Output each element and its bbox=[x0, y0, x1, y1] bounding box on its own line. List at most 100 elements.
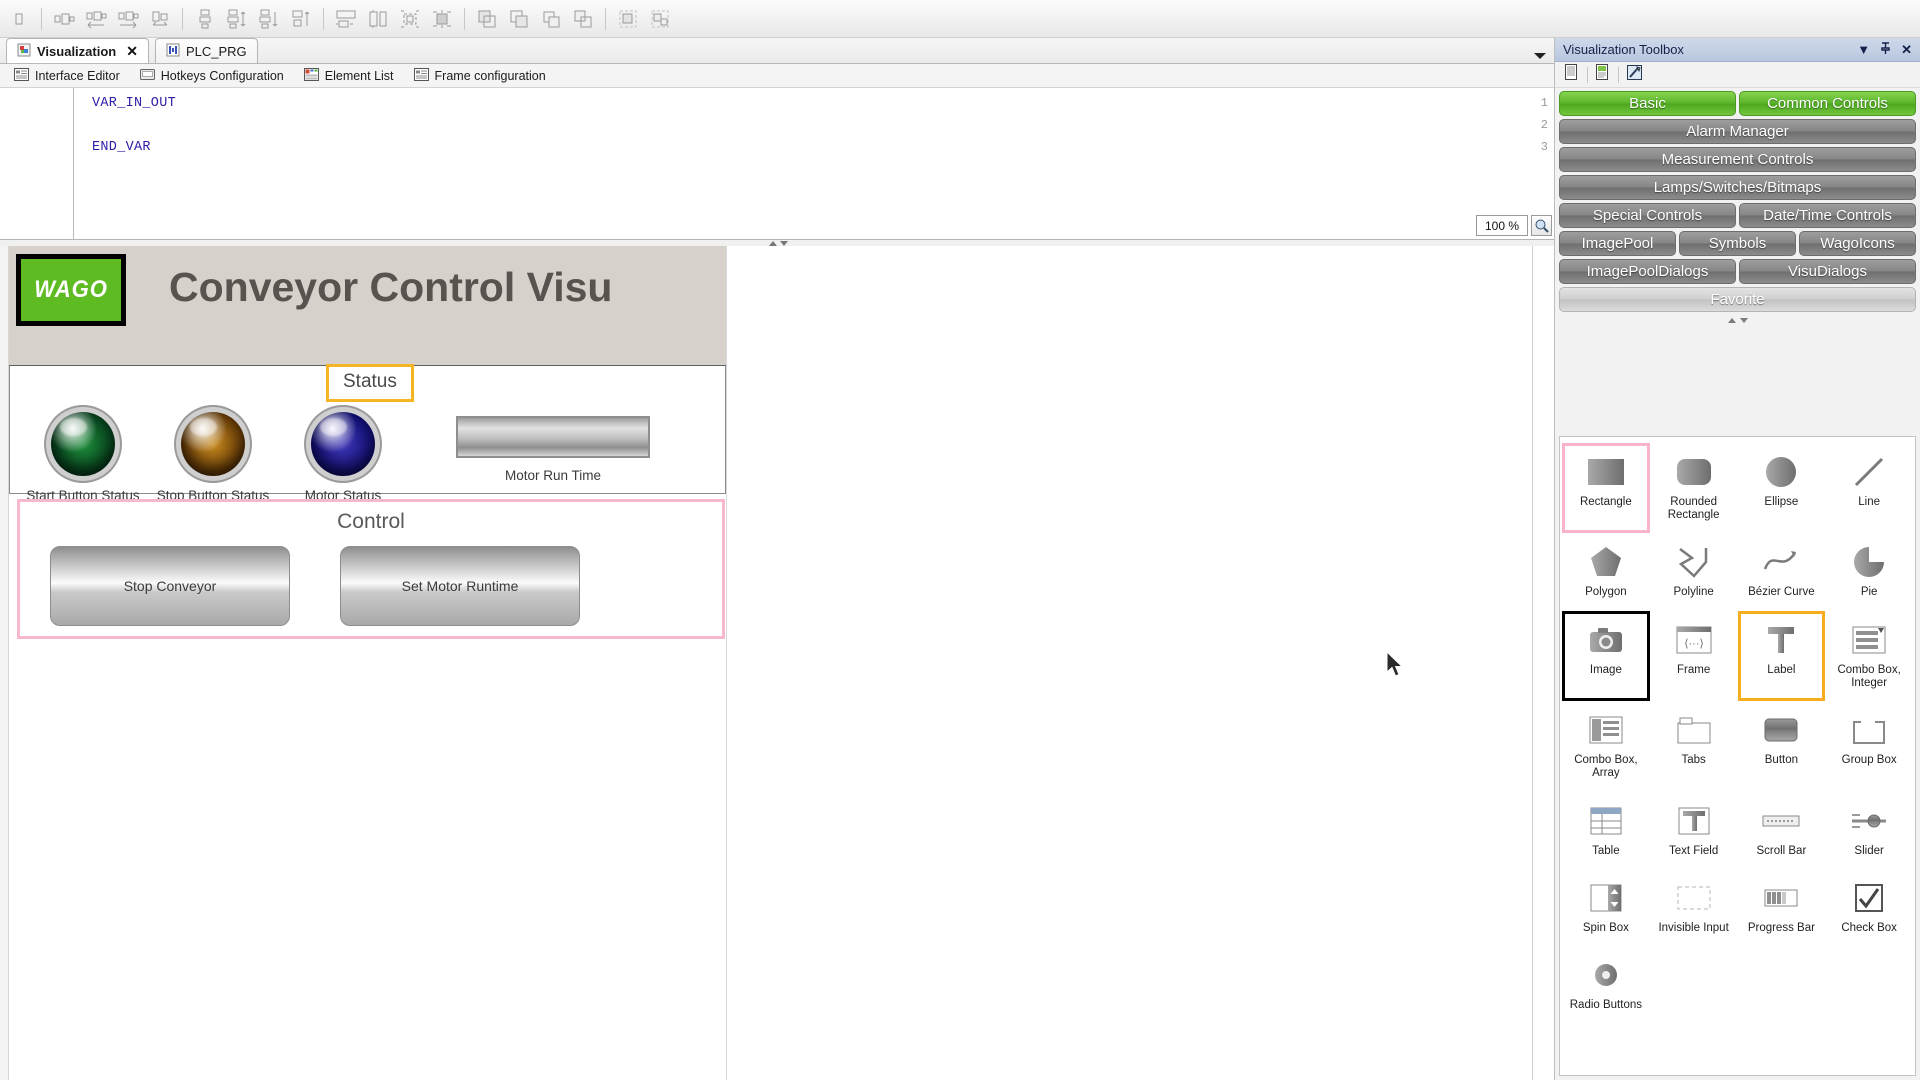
make-same-width-icon[interactable] bbox=[331, 4, 361, 34]
category-measurement-controls[interactable]: Measurement Controls bbox=[1559, 147, 1916, 172]
category-basic[interactable]: Basic bbox=[1559, 91, 1736, 116]
start-button-status-lamp[interactable]: Start Button Status bbox=[18, 412, 148, 503]
palette-item-progress-bar[interactable]: Progress Bar bbox=[1738, 869, 1826, 946]
palette-item-check-box[interactable]: Check Box bbox=[1825, 869, 1913, 946]
category-lamps-switches-bitmaps[interactable]: Lamps/Switches/Bitmaps bbox=[1559, 175, 1916, 200]
collapse-down-icon[interactable] bbox=[779, 240, 788, 246]
palette-item-combo-box-array[interactable]: Combo Box, Array bbox=[1562, 701, 1650, 791]
stop-button-status-lamp[interactable]: Stop Button Status bbox=[148, 412, 278, 503]
palette-item-combo-box-integer[interactable]: Combo Box, Integer bbox=[1825, 611, 1913, 701]
category-wagoicons[interactable]: WagoIcons bbox=[1799, 231, 1916, 256]
stop-conveyor-button[interactable]: Stop Conveyor bbox=[50, 546, 290, 626]
palette-item-invisible-input[interactable]: Invisible Input bbox=[1650, 869, 1738, 946]
palette-item-text-field[interactable]: Text Field bbox=[1650, 792, 1738, 869]
category-symbols[interactable]: Symbols bbox=[1679, 231, 1796, 256]
palette-item-ellipse[interactable]: Ellipse bbox=[1738, 443, 1826, 533]
fit-to-grid-icon[interactable] bbox=[427, 4, 457, 34]
category-imagepool[interactable]: ImagePool bbox=[1559, 231, 1676, 256]
scroll-down-icon[interactable] bbox=[1739, 317, 1748, 323]
palette-item-rectangle[interactable]: Rectangle bbox=[1562, 443, 1650, 534]
category-favorite[interactable]: Favorite bbox=[1559, 287, 1916, 312]
lamp-glyph bbox=[51, 412, 115, 476]
pin-icon[interactable] bbox=[1880, 41, 1891, 58]
motor-run-time-bar[interactable] bbox=[456, 416, 650, 458]
palette-item-image[interactable]: Image bbox=[1562, 610, 1650, 702]
palette-item-polyline[interactable]: Polyline bbox=[1650, 533, 1738, 610]
palette-item-table[interactable]: Table bbox=[1562, 792, 1650, 869]
send-backward-icon[interactable] bbox=[568, 4, 598, 34]
category-date-time-controls[interactable]: Date/Time Controls bbox=[1739, 203, 1916, 228]
palette-item-frame[interactable]: ⟨···⟩ Frame bbox=[1650, 611, 1738, 701]
palette-item-label: Pie bbox=[1860, 586, 1878, 599]
bring-to-front-icon[interactable] bbox=[472, 4, 502, 34]
collapse-up-icon[interactable] bbox=[768, 240, 777, 246]
subtab-frame-configuration[interactable]: Frame configuration bbox=[413, 67, 546, 84]
palette-item-group-box[interactable]: Group Box bbox=[1825, 701, 1913, 791]
close-icon[interactable]: ✕ bbox=[126, 43, 138, 60]
tab-visualization[interactable]: Visualization ✕ bbox=[6, 38, 149, 63]
palette-item-bezier-curve[interactable]: Bézier Curve bbox=[1738, 533, 1826, 610]
subtab-element-list[interactable]: Element List bbox=[303, 67, 394, 84]
panel-menu-caret-icon[interactable]: ▼ bbox=[1857, 42, 1870, 57]
palette-item-spin-box[interactable]: Spin Box bbox=[1562, 869, 1650, 946]
code-line: END_VAR bbox=[92, 140, 151, 155]
zoom-icon[interactable] bbox=[1531, 215, 1552, 236]
palette-item-pie[interactable]: Pie bbox=[1825, 533, 1913, 610]
make-same-height-icon[interactable] bbox=[363, 4, 393, 34]
set-motor-runtime-button[interactable]: Set Motor Runtime bbox=[340, 546, 580, 626]
align-center-horizontal-icon[interactable] bbox=[81, 4, 111, 34]
visualization-canvas[interactable]: WAGO Conveyor Control Visu Status Start … bbox=[0, 246, 1533, 1080]
make-same-size-icon[interactable] bbox=[395, 4, 425, 34]
align-right-icon[interactable] bbox=[113, 4, 143, 34]
align-bottom-icon[interactable] bbox=[254, 4, 284, 34]
palette-item-radio-buttons[interactable]: Radio Buttons bbox=[1562, 946, 1650, 1023]
scroll-up-icon[interactable] bbox=[1727, 317, 1736, 323]
subtab-hotkeys-configuration[interactable]: Hotkeys Configuration bbox=[139, 68, 284, 84]
tab-label: PLC_PRG bbox=[185, 43, 247, 59]
declaration-editor[interactable]: 1 2 3 VAR_IN_OUT END_VAR 100 % bbox=[0, 88, 1556, 240]
lamp-glyph bbox=[181, 412, 245, 476]
palette-item-label: Invisible Input bbox=[1658, 921, 1729, 934]
toolbar-edge-icon[interactable] bbox=[4, 4, 34, 34]
palette-item-label: Text Field bbox=[1669, 844, 1719, 857]
align-distribute-vertical-icon[interactable] bbox=[286, 4, 316, 34]
bring-forward-icon[interactable] bbox=[536, 4, 566, 34]
palette-item-scroll-bar[interactable]: Scroll Bar bbox=[1738, 792, 1826, 869]
visualization-wizard-icon[interactable] bbox=[1626, 64, 1643, 86]
chevron-down-icon[interactable] bbox=[1534, 53, 1546, 59]
palette-item-line[interactable]: Line bbox=[1825, 443, 1913, 533]
motor-run-time-label: Motor Run Time bbox=[504, 468, 602, 483]
new-visualization-icon[interactable] bbox=[1564, 63, 1580, 86]
category-alarm-manager[interactable]: Alarm Manager bbox=[1559, 119, 1916, 144]
palette-item-button[interactable]: Button bbox=[1738, 701, 1826, 791]
align-distribute-horizontal-icon[interactable] bbox=[145, 4, 175, 34]
group-icon[interactable] bbox=[613, 4, 643, 34]
align-top-icon[interactable] bbox=[190, 4, 220, 34]
category-special-controls[interactable]: Special Controls bbox=[1559, 203, 1736, 228]
palette-item-label: Tabs bbox=[1681, 754, 1706, 767]
palette-item-rounded-rectangle[interactable]: Rounded Rectangle bbox=[1650, 443, 1738, 533]
category-visudialogs[interactable]: VisuDialogs bbox=[1739, 259, 1916, 284]
subtab-interface-editor[interactable]: Interface Editor bbox=[14, 67, 120, 84]
tab-plc-prg[interactable]: PLC_PRG bbox=[154, 38, 258, 63]
palette-scroll-hint[interactable] bbox=[1555, 315, 1920, 325]
visualization-icon bbox=[17, 43, 31, 60]
zoom-value[interactable]: 100 % bbox=[1476, 215, 1528, 236]
palette-item-label[interactable]: Label bbox=[1737, 610, 1826, 702]
palette-item-tabs[interactable]: Tabs bbox=[1650, 701, 1738, 791]
toolbar-separator bbox=[182, 7, 183, 30]
send-to-back-icon[interactable] bbox=[504, 4, 534, 34]
visualization-template-icon[interactable] bbox=[1595, 63, 1611, 86]
subtab-label: Frame configuration bbox=[434, 68, 546, 83]
align-middle-vertical-icon[interactable] bbox=[222, 4, 252, 34]
palette-item-polygon[interactable]: Polygon bbox=[1562, 533, 1650, 610]
category-imagepooldialogs[interactable]: ImagePoolDialogs bbox=[1559, 259, 1736, 284]
palette-item-slider[interactable]: Slider bbox=[1825, 792, 1913, 869]
category-common-controls[interactable]: Common Controls bbox=[1739, 91, 1916, 116]
line-number: 1 bbox=[1540, 96, 1548, 110]
motor-status-lamp[interactable]: Motor Status bbox=[278, 412, 408, 503]
close-icon[interactable]: ✕ bbox=[1901, 42, 1912, 58]
palette-item-label: Scroll Bar bbox=[1756, 844, 1807, 857]
ungroup-icon[interactable] bbox=[645, 4, 675, 34]
align-left-icon[interactable] bbox=[49, 4, 79, 34]
